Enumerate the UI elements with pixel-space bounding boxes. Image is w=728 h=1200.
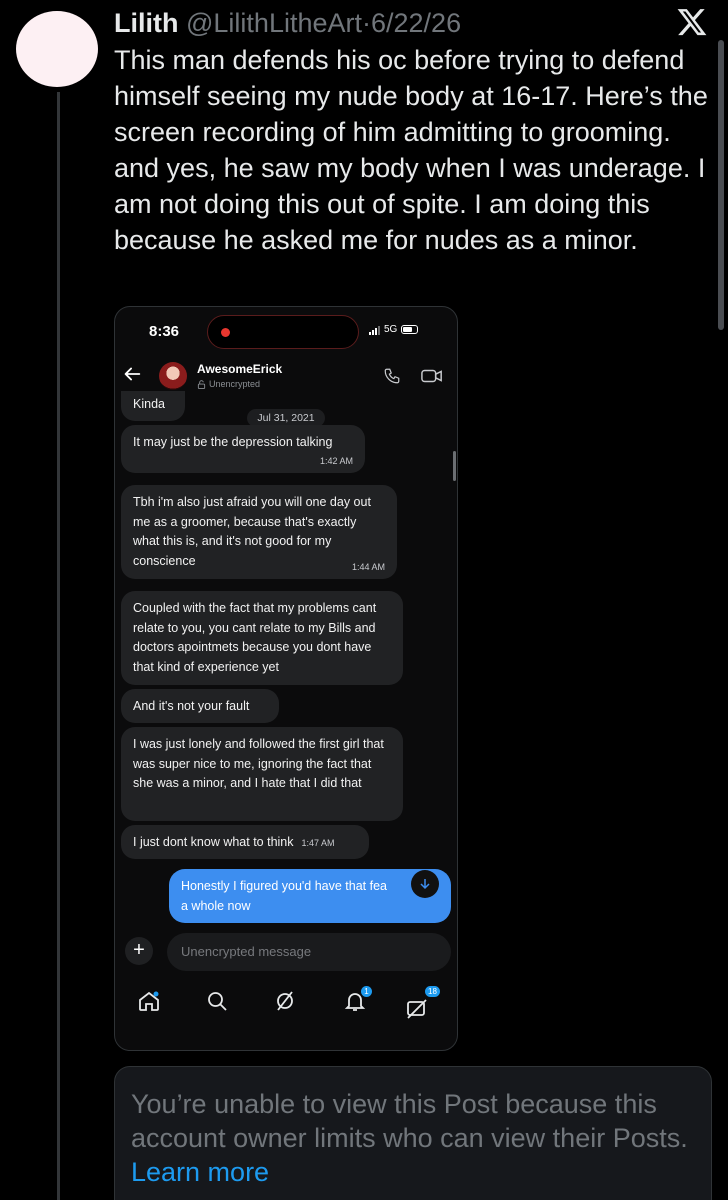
unlock-icon: [197, 379, 206, 389]
chat-scroll-indicator[interactable]: [453, 451, 456, 481]
message-text: Tbh i'm also just afraid you will one da…: [133, 495, 371, 568]
battery-icon: [401, 325, 419, 334]
avatar[interactable]: [16, 11, 98, 87]
contact-name[interactable]: AwesomeErick: [197, 362, 282, 376]
arrow-down-icon: [420, 879, 430, 890]
message-time: 1:42 AM: [319, 455, 353, 466]
post-header: Lilith @LilithLitheArt·6/22/26: [114, 6, 461, 40]
notifications-badge: 1: [361, 986, 372, 997]
messages-icon[interactable]: [405, 997, 429, 1021]
phone-status-indicators: 5G: [369, 324, 419, 335]
learn-more-link[interactable]: Learn more: [131, 1157, 269, 1187]
handle[interactable]: @LilithLitheArt: [186, 8, 362, 38]
sent-message-line-2: a whole now: [181, 899, 251, 913]
attach-plus-button[interactable]: +: [125, 937, 153, 965]
contact-status-label: Unencrypted: [209, 379, 261, 389]
message-bubble[interactable]: Coupled with the fact that my problems c…: [121, 591, 403, 685]
separator-dot: ·: [362, 8, 371, 38]
message-bubble[interactable]: I just dont know what to think 1:47 AM: [121, 825, 369, 859]
search-icon[interactable]: [205, 989, 229, 1013]
phone-status-time: 8:36: [149, 323, 180, 340]
message-bubble[interactable]: Kinda: [121, 391, 185, 421]
message-bubble[interactable]: Tbh i'm also just afraid you will one da…: [121, 485, 397, 579]
signal-icon: [369, 325, 380, 335]
display-name[interactable]: Lilith: [114, 8, 178, 38]
home-icon[interactable]: [137, 989, 161, 1013]
message-bubble[interactable]: And it's not your fault: [121, 689, 279, 723]
x-logo-icon: [677, 9, 707, 36]
message-text: I was just lonely and followed the first…: [133, 737, 384, 790]
contact-status: Unencrypted: [197, 379, 260, 389]
thread-line: [57, 92, 60, 1200]
recording-dot-icon: [221, 328, 230, 337]
post-text: This man defends his oc before trying to…: [114, 45, 708, 255]
message-text: Kinda: [133, 397, 165, 411]
dynamic-island: [207, 315, 359, 349]
sent-message-line-1: Honestly I figured you'd have that fea: [181, 879, 387, 893]
message-time: 1:47 AM: [301, 838, 335, 848]
scroll-to-bottom-button[interactable]: [411, 870, 439, 898]
video-call-icon[interactable]: [421, 368, 443, 384]
message-text: I just dont know what to think: [133, 835, 294, 849]
unavailable-message: You’re unable to view this Post because …: [131, 1089, 688, 1153]
contact-avatar[interactable]: [159, 362, 187, 390]
messages-badge: 18: [425, 986, 440, 997]
message-bubble[interactable]: I was just lonely and followed the first…: [121, 727, 403, 821]
sent-message-bubble[interactable]: Honestly I figured you'd have that fea a…: [169, 869, 451, 923]
phone-call-icon[interactable]: [383, 367, 401, 385]
message-time: 1:44 AM: [351, 562, 385, 572]
message-text: And it's not your fault: [133, 699, 250, 713]
message-composer-input[interactable]: Unencrypted message: [167, 933, 451, 971]
network-label: 5G: [384, 324, 398, 335]
message-bubble[interactable]: It may just be the depression talking 1:…: [121, 425, 365, 473]
post-date[interactable]: 6/22/26: [371, 8, 461, 38]
post-media-screenshot[interactable]: 8:36 5G AwesomeErick Unencrypted Kinda J…: [114, 306, 458, 1051]
message-text: It may just be the depression talking: [133, 435, 333, 449]
page-scrollbar[interactable]: [718, 40, 724, 330]
message-text: Coupled with the fact that my problems c…: [133, 601, 377, 674]
unavailable-post-card: You’re unable to view this Post because …: [114, 1066, 712, 1200]
grok-icon[interactable]: [273, 989, 297, 1013]
back-arrow-icon[interactable]: [121, 363, 143, 385]
